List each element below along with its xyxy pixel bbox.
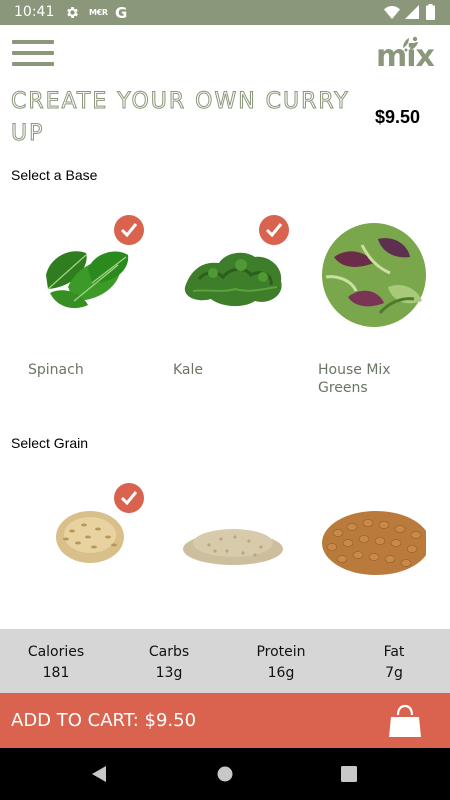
system-nav-bar <box>0 748 450 800</box>
google-icon: G <box>115 4 128 22</box>
nutrition-label: Calories <box>27 644 85 660</box>
back-triangle-icon[interactable] <box>90 765 108 788</box>
nutrition-value: 16g <box>267 665 295 681</box>
base-option-label: Spinach <box>28 362 84 378</box>
nutrition-label: Carbs <box>148 644 190 660</box>
wifi-icon <box>384 6 400 24</box>
battery-icon <box>426 4 435 25</box>
selected-check-icon <box>114 215 144 245</box>
nutrition-carbs: Carbs 13g <box>138 642 200 684</box>
grain-option-brown-rice[interactable] <box>28 483 148 595</box>
farro-image <box>322 511 426 575</box>
signal-icon <box>405 5 419 24</box>
base-option-house-mix-greens[interactable]: House Mix Greens <box>318 217 426 397</box>
selected-check-icon <box>259 215 289 245</box>
nutrition-calories: Calories 181 <box>22 642 90 684</box>
menu-button[interactable] <box>12 40 54 68</box>
nutrition-fat: Fat 7g <box>374 642 414 684</box>
recents-square-icon[interactable] <box>341 766 357 787</box>
nutrition-protein: Protein 16g <box>250 642 312 684</box>
hamburger-menu-icon <box>12 40 54 44</box>
nutrition-label: Protein <box>256 644 306 660</box>
selected-check-icon <box>114 483 144 513</box>
logo: mix <box>375 36 437 74</box>
status-bar: 10:41 M€R G <box>0 0 450 25</box>
home-circle-icon[interactable] <box>216 765 234 788</box>
base-section-label: Select a Base <box>11 167 98 183</box>
base-option-label: House Mix Greens <box>318 362 391 396</box>
house-mix-greens-image <box>322 223 426 327</box>
nutrition-value: 7g <box>385 665 403 681</box>
add-to-cart-button[interactable]: ADD TO CART: $9.50 <box>0 693 450 748</box>
page-title: CREATE YOUR OWN CURRY UP <box>11 89 350 147</box>
nutrition-panel: Calories 181 Carbs 13g Protein 16g Fat 7… <box>0 629 450 693</box>
add-to-cart-label: ADD TO CART: $9.50 <box>11 710 197 731</box>
total-price: $9.50 <box>375 107 421 127</box>
quinoa-image <box>183 529 283 565</box>
logo-text: mix <box>376 39 435 74</box>
gear-icon <box>65 5 80 25</box>
nutrition-label: Fat <box>383 644 405 660</box>
base-option-label: Kale <box>173 362 204 378</box>
shopping-bag-icon <box>387 703 423 744</box>
grain-section-label: Select Grain <box>11 435 89 451</box>
nutrition-value: 13g <box>155 665 183 681</box>
base-option-spinach[interactable]: Spinach <box>28 215 148 387</box>
nutrition-value: 181 <box>42 665 70 681</box>
base-option-kale[interactable]: Kale <box>173 215 293 387</box>
status-time: 10:41 <box>14 4 55 20</box>
grain-option-farro[interactable] <box>318 485 426 595</box>
grain-option-quinoa[interactable] <box>173 485 293 595</box>
mbr-icon: M€R <box>89 8 108 17</box>
